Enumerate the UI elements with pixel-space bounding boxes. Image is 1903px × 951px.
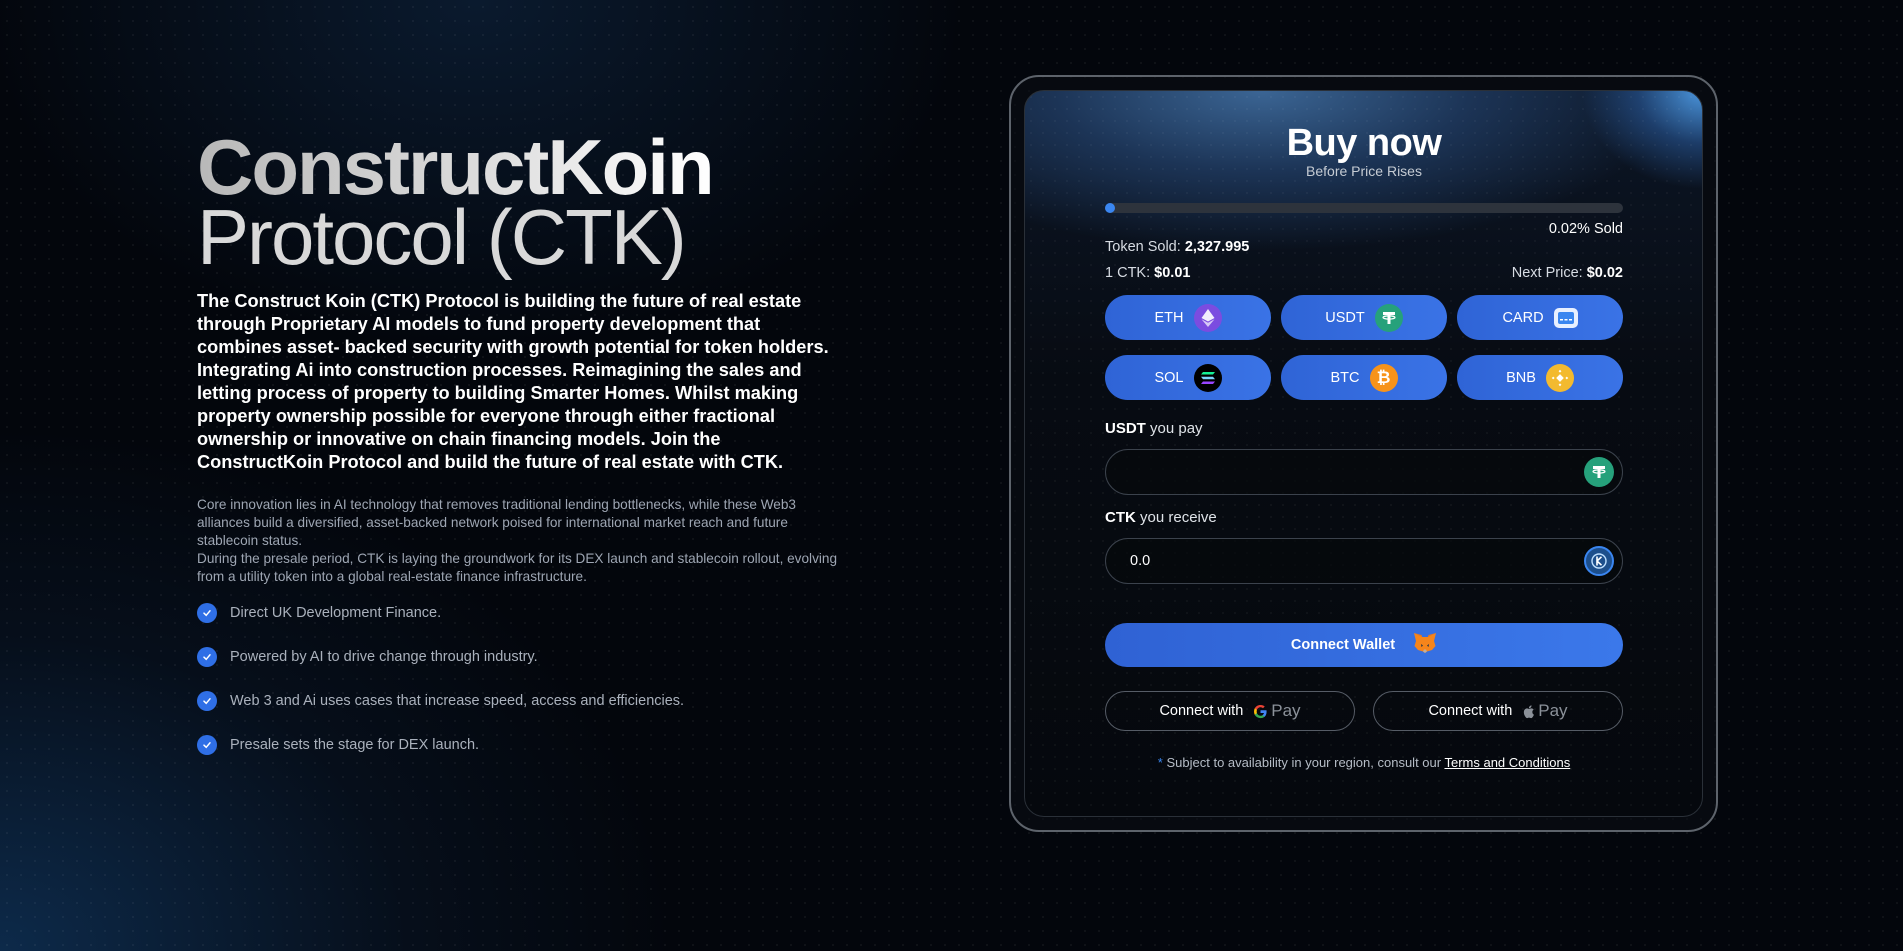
pay-sol-button[interactable]: SOL bbox=[1105, 355, 1271, 400]
apple-icon bbox=[1524, 704, 1535, 718]
connect-wallet-label: Connect Wallet bbox=[1290, 637, 1396, 653]
tokens-sold-label: Token Sold: bbox=[1105, 239, 1181, 255]
eth-icon bbox=[1193, 303, 1222, 332]
feature-text: Direct UK Development Finance. bbox=[230, 605, 442, 621]
check-icon bbox=[197, 735, 217, 755]
pay-amount-field bbox=[1105, 449, 1623, 495]
feature-item: Powered by AI to drive change through in… bbox=[197, 647, 847, 667]
card-icon bbox=[1553, 307, 1578, 328]
tokens-sold-value: 2,327.995 bbox=[1184, 239, 1250, 255]
google-pay-text: Pay bbox=[1271, 701, 1301, 720]
hero-title-light: Protocol (CTK) bbox=[197, 193, 687, 281]
usdt-icon bbox=[1584, 457, 1614, 487]
sale-progress-bar bbox=[1105, 203, 1623, 213]
feature-text: Web 3 and Ai uses cases that increase sp… bbox=[230, 693, 685, 709]
ctk-logo-icon bbox=[1584, 546, 1614, 576]
pay-usdt-button[interactable]: USDT bbox=[1281, 295, 1447, 340]
hero-lead-paragraph: The Construct Koin (CTK) Protocol is bui… bbox=[197, 291, 829, 472]
pay-card-button[interactable]: CARD bbox=[1457, 295, 1623, 340]
pay-eth-label: ETH bbox=[1154, 309, 1184, 326]
buy-widget-content: Buy now Before Price Rises 0.02% Sold To… bbox=[1105, 91, 1623, 770]
current-price-value: $0.01 bbox=[1154, 265, 1191, 281]
price-row: 1 CTK: $0.01 Next Price: $0.02 bbox=[1105, 265, 1623, 281]
feature-item: Web 3 and Ai uses cases that increase sp… bbox=[197, 691, 847, 711]
hero-body-paragraph-2: During the presale period, CTK is laying… bbox=[197, 551, 838, 584]
check-icon bbox=[197, 603, 217, 623]
pay-field-label: USDT you pay bbox=[1105, 420, 1623, 437]
hero-body-paragraph-1: Core innovation lies in AI technology th… bbox=[197, 497, 796, 548]
pay-usdt-label: USDT bbox=[1325, 309, 1365, 326]
apple-pay-label: Connect with bbox=[1428, 703, 1513, 719]
feature-text: Powered by AI to drive change through in… bbox=[230, 649, 538, 665]
receive-field-label-text: you receive bbox=[1140, 509, 1217, 526]
current-price-label: 1 CTK: bbox=[1105, 265, 1151, 281]
usdt-icon bbox=[1374, 303, 1403, 332]
check-icon bbox=[197, 647, 217, 667]
feature-item: Direct UK Development Finance. bbox=[197, 603, 847, 623]
bnb-icon bbox=[1545, 363, 1574, 392]
google-pay-logo: Pay bbox=[1253, 701, 1301, 721]
metamask-icon bbox=[1413, 632, 1437, 658]
receive-amount-field bbox=[1105, 538, 1623, 584]
apple-pay-logo: Pay bbox=[1522, 701, 1568, 721]
note-text: Subject to availability in your region, … bbox=[1166, 755, 1442, 770]
sol-icon bbox=[1193, 363, 1222, 392]
pay-bnb-label: BNB bbox=[1506, 369, 1536, 386]
sold-percentage: 0.02% Sold bbox=[1548, 221, 1623, 237]
pay-eth-button[interactable]: ETH bbox=[1105, 295, 1271, 340]
feature-list: Direct UK Development Finance. Powered b… bbox=[197, 603, 847, 755]
google-pay-label: Connect with bbox=[1159, 703, 1244, 719]
terms-link[interactable]: Terms and Conditions bbox=[1444, 755, 1570, 770]
google-pay-button[interactable]: Connect with Pay bbox=[1105, 691, 1355, 731]
check-icon bbox=[197, 691, 217, 711]
buy-widget: Buy now Before Price Rises 0.02% Sold To… bbox=[1009, 75, 1718, 832]
hero-body-text: Core innovation lies in AI technology th… bbox=[197, 496, 847, 586]
pay-bnb-button[interactable]: BNB bbox=[1457, 355, 1623, 400]
feature-text: Presale sets the stage for DEX launch. bbox=[230, 737, 480, 753]
pay-field-label-text: you pay bbox=[1150, 420, 1203, 437]
note-asterisk: * bbox=[1157, 755, 1163, 770]
buy-widget-panel: Buy now Before Price Rises 0.02% Sold To… bbox=[1024, 90, 1703, 817]
current-price: 1 CTK: $0.01 bbox=[1105, 265, 1190, 281]
receive-field-currency: CTK bbox=[1105, 509, 1136, 526]
apple-pay-text: Pay bbox=[1538, 701, 1568, 720]
buy-title: Buy now bbox=[1286, 122, 1442, 164]
buy-subtitle: Before Price Rises bbox=[1306, 163, 1422, 179]
pay-btc-button[interactable]: BTC ₿ bbox=[1281, 355, 1447, 400]
pay-btc-label: BTC bbox=[1330, 369, 1360, 386]
google-icon bbox=[1254, 704, 1267, 718]
feature-item: Presale sets the stage for DEX launch. bbox=[197, 735, 847, 755]
receive-field-label: CTK you receive bbox=[1105, 509, 1623, 526]
sale-progress-fill bbox=[1105, 203, 1115, 213]
availability-note: * Subject to availability in your region… bbox=[1105, 755, 1623, 770]
payment-method-grid: ETH USDT CARD SOL BTC ₿ BNB bbox=[1105, 295, 1623, 400]
alt-payment-row: Connect with Pay Connect with Pay bbox=[1105, 691, 1623, 731]
connect-wallet-button[interactable]: Connect Wallet bbox=[1105, 623, 1623, 667]
next-price-label: Next Price: bbox=[1511, 265, 1583, 281]
next-price-value: $0.02 bbox=[1586, 265, 1623, 281]
next-price: Next Price: $0.02 bbox=[1512, 265, 1623, 281]
receive-amount-input[interactable] bbox=[1130, 553, 1584, 569]
btc-icon: ₿ bbox=[1369, 363, 1398, 392]
pay-amount-input[interactable] bbox=[1130, 464, 1584, 480]
hero-section: ConstructKoin Protocol (CTK) The Constru… bbox=[197, 128, 847, 779]
tokens-sold: Token Sold: 2,327.995 bbox=[1105, 239, 1249, 255]
tokens-sold-row: Token Sold: 2,327.995 bbox=[1105, 239, 1623, 255]
pay-sol-label: SOL bbox=[1154, 369, 1184, 386]
pay-card-label: CARD bbox=[1502, 309, 1544, 326]
pay-field-currency: USDT bbox=[1105, 420, 1146, 437]
hero-title: ConstructKoin Protocol (CTK) bbox=[197, 128, 847, 281]
apple-pay-button[interactable]: Connect with Pay bbox=[1373, 691, 1623, 731]
